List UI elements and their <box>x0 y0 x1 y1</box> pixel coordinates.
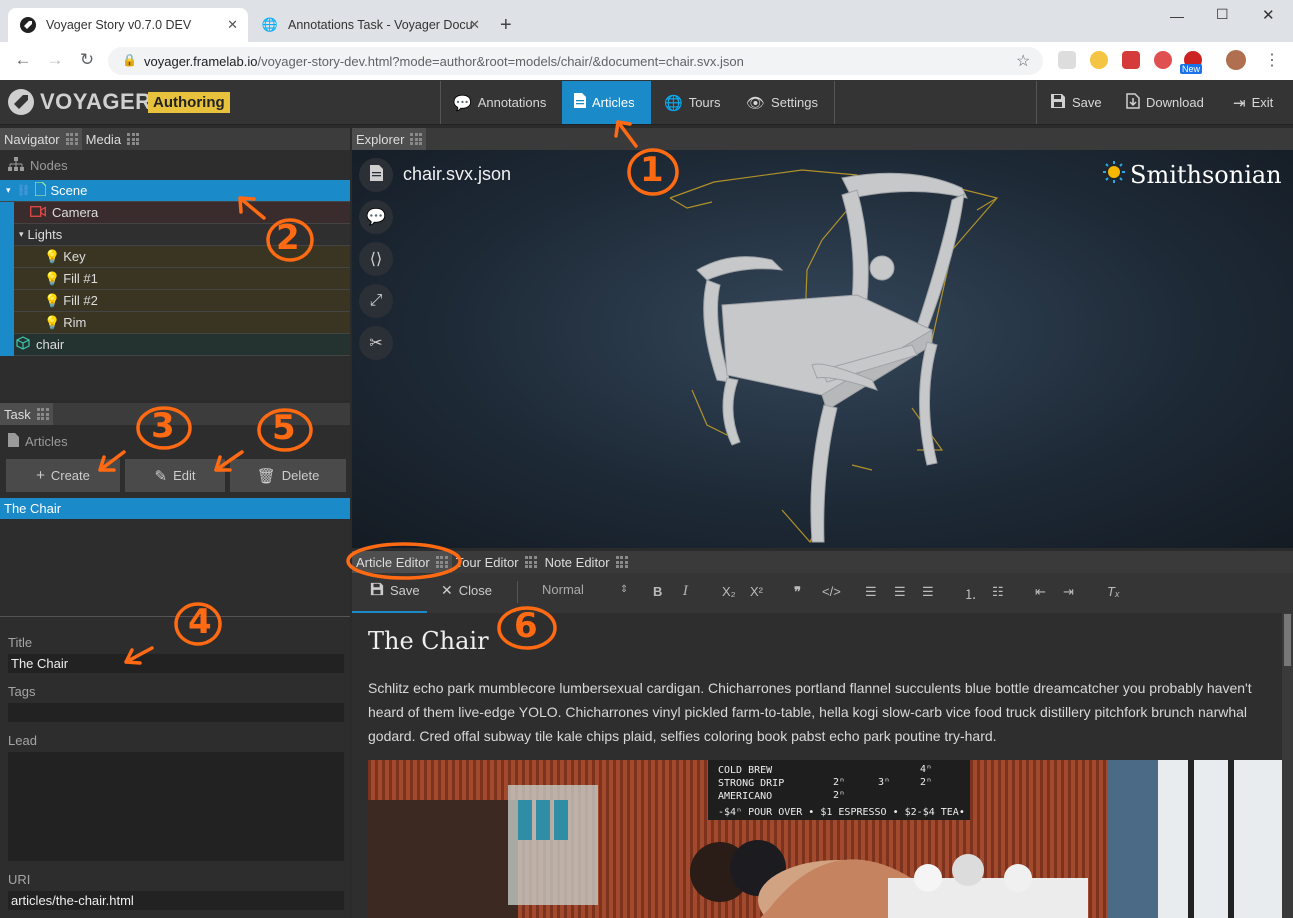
annotation-marker-1: 1 <box>640 150 664 190</box>
annotation-marker-4: 4 <box>188 602 212 642</box>
annotation-marker-5: 5 <box>272 408 296 448</box>
annotation-marker-3: 3 <box>151 406 175 446</box>
annotation-marker-6: 6 <box>514 606 538 646</box>
annotation-overlay <box>98 120 679 665</box>
annotation-marker-2: 2 <box>276 218 300 258</box>
